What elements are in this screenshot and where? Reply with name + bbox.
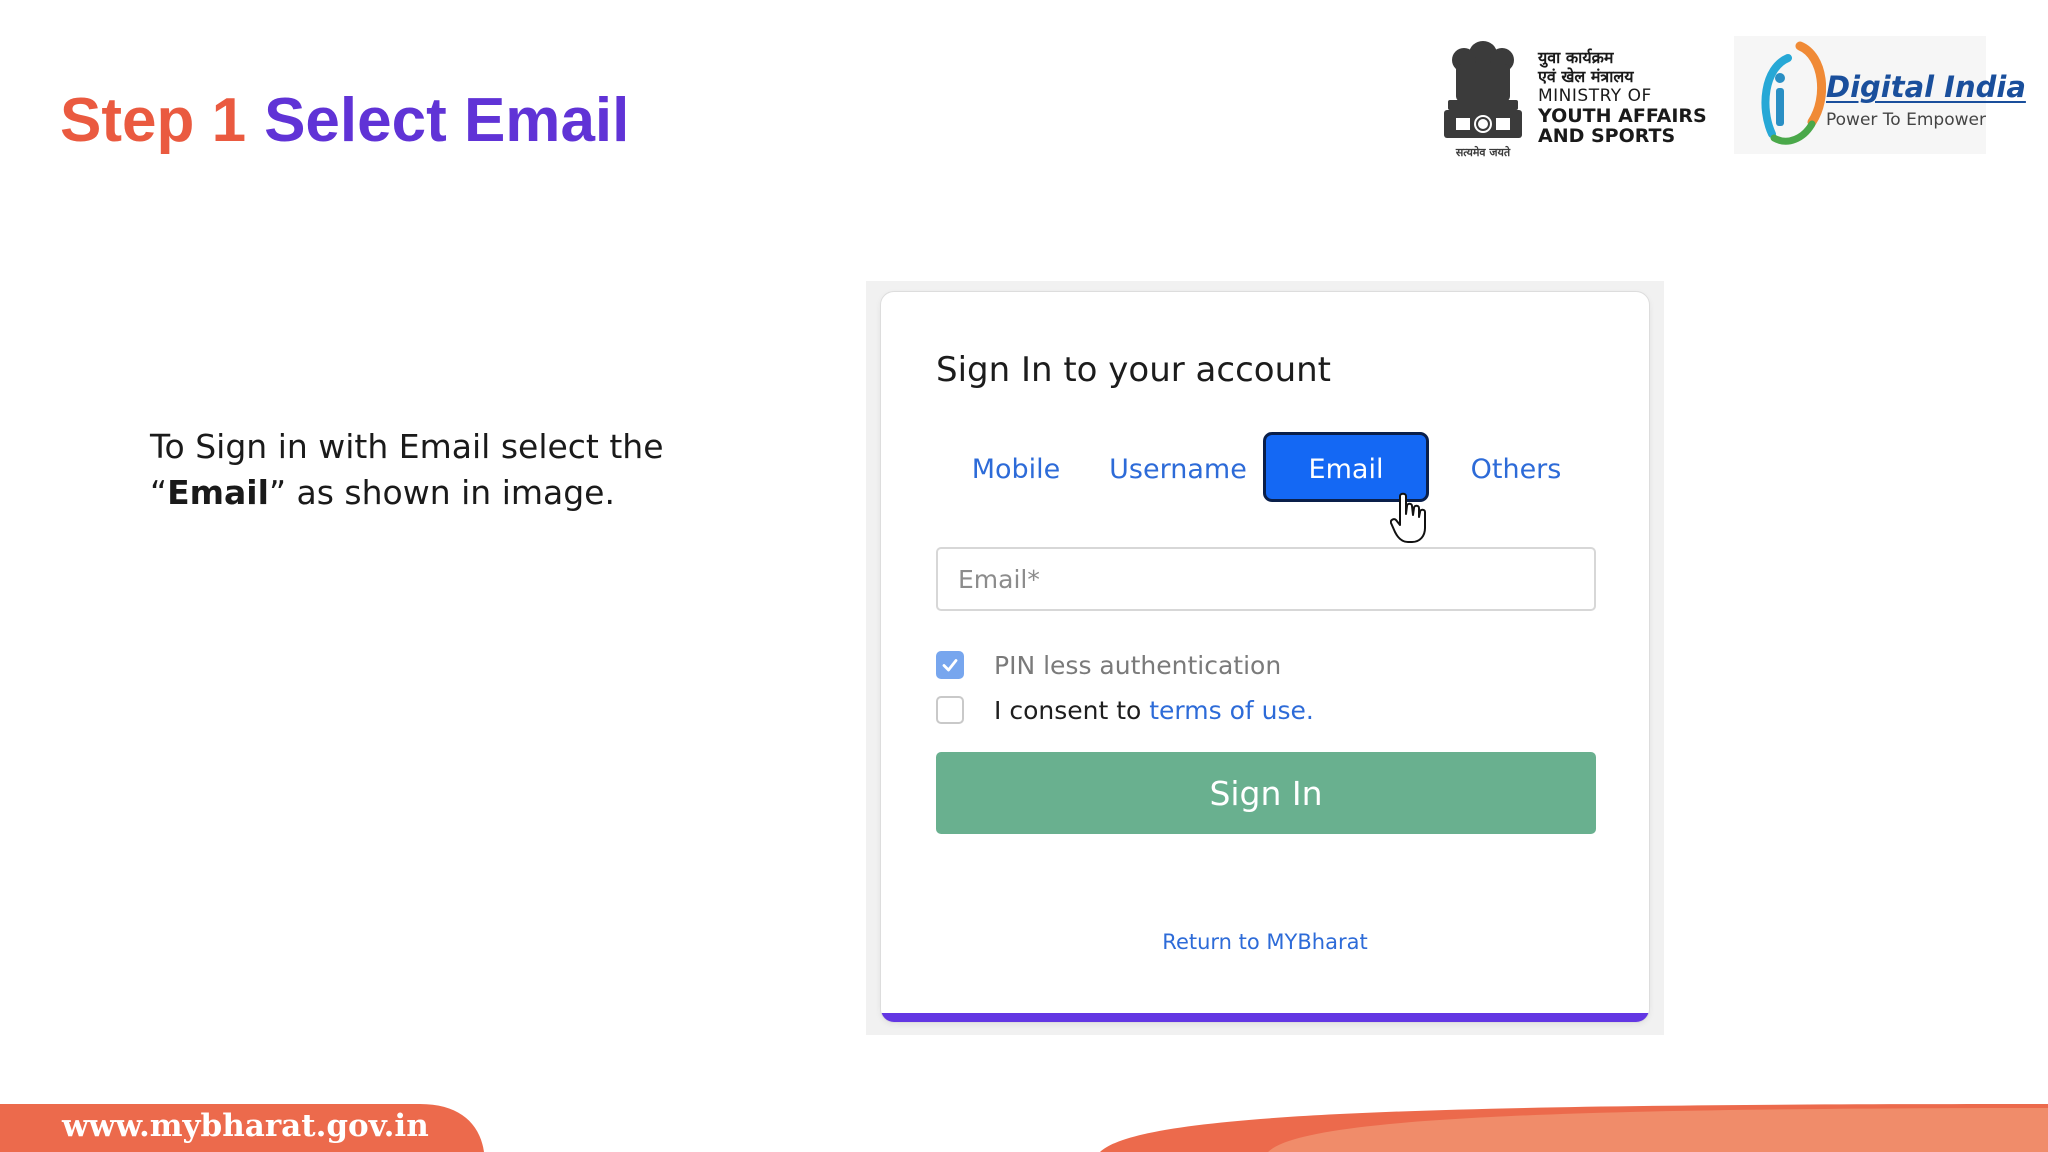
consent-checkbox[interactable] [936,696,964,724]
instruction-line-2: ” as shown in image. [268,473,615,512]
return-to-mybharat-link[interactable]: Return to MYBharat [881,930,1649,954]
pin-less-label: PIN less authentication [994,650,1282,680]
step-number: Step 1 [60,86,247,155]
ministry-hindi-line-2: एवं खेल मंत्रालय [1538,67,1634,86]
login-method-tabs: Mobile Username Email Others [936,432,1596,543]
consent-prefix: I consent to [994,695,1150,725]
national-emblem-icon: सत्यमेव जयते [1444,41,1522,159]
footer-website-url: www.mybharat.gov.in [62,1108,429,1144]
consent-row: I consent to terms of use. [936,694,1314,726]
terms-of-use-link[interactable]: terms of use. [1149,696,1314,725]
ministry-english-line-3: AND SPORTS [1538,125,1676,147]
hand-cursor-icon [1390,492,1426,543]
ministry-english-line-1: MINISTRY OF [1538,86,1652,106]
sign-in-button[interactable]: Sign In [936,752,1596,834]
digital-india-tagline: Power To Empower [1826,110,1986,130]
instruction-open-quote: “ [150,473,168,512]
slide-title: Step 1 Select Email [60,90,629,152]
consent-label: I consent to terms of use. [994,696,1314,725]
instruction-line-1: To Sign in with Email select the [150,427,664,466]
ministry-english-line-2: YOUTH AFFAIRS [1538,105,1707,127]
tab-mobile[interactable]: Mobile [936,432,1096,502]
email-input[interactable] [936,547,1596,611]
login-title: Sign In to your account [936,350,1332,390]
pin-less-row: PIN less authentication [936,649,1281,681]
checkmark-icon [942,659,958,672]
ministry-logo-text: युवा कार्यक्रम एवं खेल मंत्रालय MINISTRY… [1538,48,1728,146]
digital-india-mark-icon [1761,41,1826,145]
card-accent-bar [881,1013,1649,1022]
ministry-hindi-line-1: युवा कार्यक्रम [1538,48,1614,67]
instruction-text: To Sign in with Email select the “Email”… [150,424,750,516]
tab-others[interactable]: Others [1436,432,1596,502]
instruction-bold-email: Email [167,473,269,512]
login-card: Sign In to your account Mobile Username … [880,291,1650,1023]
digital-india-title: Digital India [1826,70,2026,104]
emblem-motto: सत्यमेव जयते [1455,145,1511,159]
step-action: Select Email [264,86,630,155]
digital-india-logo: Digital India Power To Empower [1734,36,2026,154]
pin-less-checkbox[interactable] [936,651,964,679]
footer-right-wave [1100,1104,2048,1152]
tab-username[interactable]: Username [1098,432,1258,502]
